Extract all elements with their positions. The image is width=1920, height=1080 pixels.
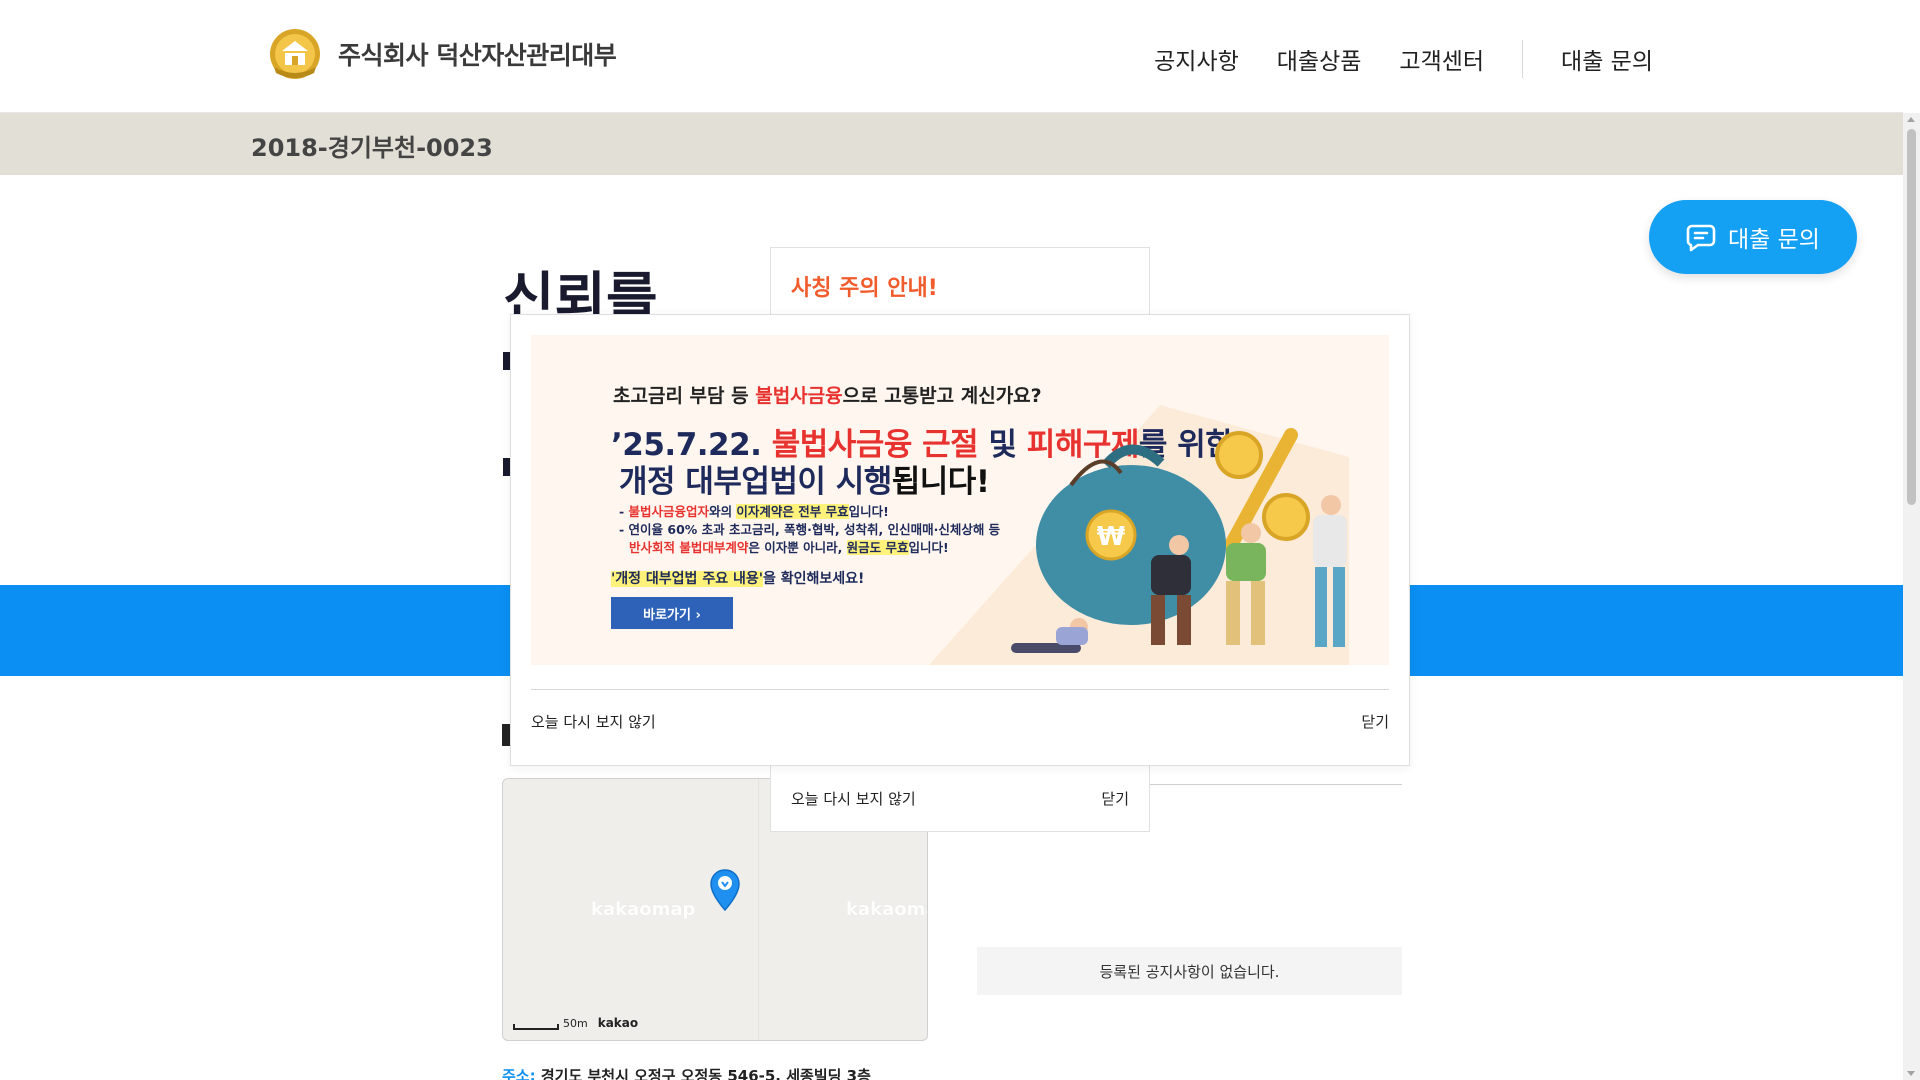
address-label: 주소: — [502, 1067, 536, 1080]
map-watermark: kakaomap — [846, 899, 927, 920]
map-scale-bar — [513, 1024, 559, 1030]
money-bag-icon: ₩ — [1036, 444, 1226, 625]
nav-loan-inquiry[interactable]: 대출 문의 — [1561, 42, 1653, 76]
map-watermark: kakaomap — [591, 899, 696, 920]
chat-icon — [1686, 224, 1716, 252]
notice-empty-message: 등록된 공지사항이 없습니다. — [977, 947, 1402, 995]
brand-emblem-icon — [270, 29, 320, 79]
scam-warning-title: 사칭 주의 안내! — [791, 276, 938, 301]
scam-dont-show-today-button[interactable]: 오늘 다시 보지 않기 — [791, 788, 916, 809]
scroll-thumb[interactable] — [1907, 129, 1916, 505]
banner-illustration: ₩ — [1011, 428, 1347, 653]
banner-coin-symbol: ₩ — [1097, 522, 1126, 552]
banner-bullet: - 연이율 60% 초과 초고금리, 폭행·협박, 성착취, 인신매매·신체상해… — [619, 522, 1001, 537]
registration-number: 2018-경기부천-0023 — [251, 134, 493, 162]
nav-divider — [1522, 40, 1524, 78]
scam-popup-footer: 오늘 다시 보지 않기 닫기 — [771, 765, 1149, 831]
percent-icon — [1215, 428, 1310, 552]
scroll-down-arrow-icon[interactable] — [1907, 1071, 1915, 1076]
scroll-up-arrow-icon[interactable] — [1907, 117, 1915, 122]
banner-bullet: 반사회적 불법대부계약은 이자뿐 아니라, 원금도 무효입니다! — [629, 540, 949, 555]
banner-cta-text: '개정 대부업법 주요 내용'을 확인해보세요! — [611, 571, 865, 587]
floating-cta-label: 대출 문의 — [1728, 227, 1820, 253]
banner-headline-enforcement: 개정 대부업법이 시행됩니다! — [619, 464, 990, 500]
site-header: 주식회사 덕산자산관리대부 공지사항 대출상품 고객센터 대출 문의 — [0, 0, 1903, 113]
map-tile-seam — [758, 779, 759, 1040]
main-nav: 공지사항 대출상품 고객센터 대출 문의 — [1116, 40, 1653, 78]
popup-close-button[interactable]: 닫기 — [1361, 711, 1389, 732]
brand-logo-link[interactable]: 주식회사 덕산자산관리대부 — [268, 27, 617, 81]
popup-footer: 오늘 다시 보지 않기 닫기 — [531, 711, 1389, 732]
map-scale: 50m kakao — [513, 1016, 638, 1030]
map-pin-icon[interactable] — [710, 869, 740, 911]
registration-bar: 2018-경기부천-0023 — [0, 113, 1903, 175]
banner-bullets: - 불법사금융업자와의 이자계약은 전부 무효입니다! - 연이율 60% 초과… — [619, 503, 1000, 557]
map-provider-logo: kakao — [597, 1016, 639, 1030]
popup-divider — [531, 689, 1389, 690]
page-scrollbar[interactable] — [1903, 113, 1920, 1080]
notice-banner-popup: 초고금리 부담 등 불법사금융으로 고통받고 계신가요? ’25.7.22. 불… — [510, 314, 1410, 766]
map-scale-label: 50m — [563, 1017, 588, 1030]
banner-headline-question: 초고금리 부담 등 불법사금융으로 고통받고 계신가요? — [613, 385, 1042, 407]
address-value: 경기도 부천시 오정구 오정동 546-5, 세종빌딩 3층 — [540, 1067, 871, 1080]
banner-go-button[interactable]: 바로가기 › — [611, 597, 733, 629]
nav-notice[interactable]: 공지사항 — [1154, 42, 1239, 76]
dont-show-today-button[interactable]: 오늘 다시 보지 않기 — [531, 711, 656, 732]
address-line: 주소: 경기도 부천시 오정구 오정동 546-5, 세종빌딩 3층 — [502, 1065, 871, 1080]
floating-loan-inquiry-button[interactable]: 대출 문의 — [1649, 200, 1857, 274]
brand-name: 주식회사 덕산자산관리대부 — [338, 41, 617, 70]
hero-heading: 신뢰를 — [503, 267, 658, 314]
nav-customer-center[interactable]: 고객센터 — [1399, 42, 1484, 76]
banner-bullet: - 불법사금융업자와의 이자계약은 전부 무효입니다! — [619, 504, 889, 519]
nav-loan-products[interactable]: 대출상품 — [1277, 42, 1362, 76]
law-change-banner[interactable]: 초고금리 부담 등 불법사금융으로 고통받고 계신가요? ’25.7.22. 불… — [531, 335, 1389, 665]
scam-close-button[interactable]: 닫기 — [1101, 788, 1129, 809]
